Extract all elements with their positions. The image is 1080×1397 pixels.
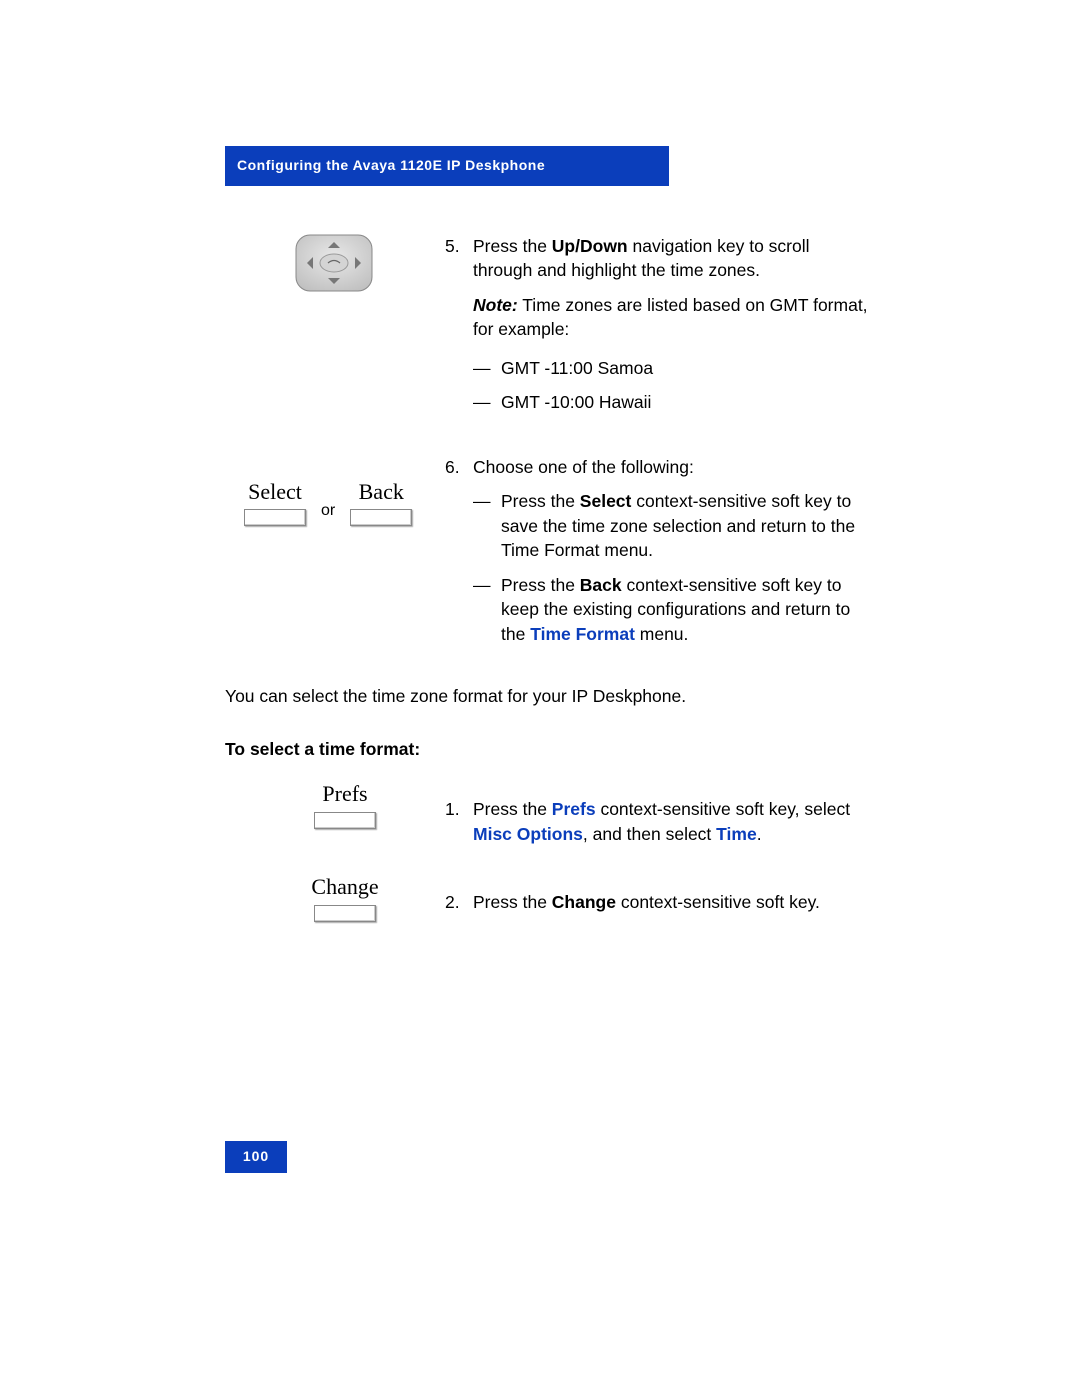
text: , and then select — [583, 824, 716, 844]
softkey-box-icon — [314, 812, 376, 829]
change-label: Change — [552, 892, 616, 912]
text: context-sensitive soft key. — [616, 892, 820, 912]
page-header: Configuring the Avaya 1120E IP Deskphone — [225, 146, 669, 186]
select-label: Select — [580, 491, 632, 511]
softkey-label: Prefs — [295, 779, 395, 810]
softkey-box-icon — [350, 509, 412, 526]
step-6-row: Select or Back 6. Choose one of the foll… — [225, 455, 870, 657]
paragraph: You can select the time zone format for … — [225, 684, 870, 709]
text: Press the — [473, 799, 552, 819]
note-text: Time zones are listed based on GMT forma… — [473, 295, 868, 340]
gmt-text: GMT -11:00 Samoa — [501, 356, 870, 381]
softkey-label: Back — [359, 477, 404, 508]
step-text: Choose one of the following: — Press the… — [473, 455, 870, 647]
select-back-keys: Select or Back — [235, 477, 435, 527]
prefs-label: Prefs — [552, 799, 596, 819]
or-text: or — [321, 500, 335, 522]
time-label: Time — [716, 824, 757, 844]
step-1: 1. Press the Prefs context-sensitive sof… — [445, 797, 870, 846]
text: Press the — [501, 491, 580, 511]
step-2-row: Change 2. Press the Change context-sensi… — [225, 872, 870, 925]
text: Press the — [473, 892, 552, 912]
softkey-label: Change — [295, 872, 395, 903]
step-2: 2. Press the Change context-sensitive so… — [445, 890, 870, 915]
step-text: Press the Up/Down navigation key to scro… — [473, 234, 870, 415]
misc-options-label: Misc Options — [473, 824, 583, 844]
back-softkey: Back — [341, 477, 421, 527]
step-num: 1. — [445, 797, 473, 846]
dash: — — [473, 489, 501, 563]
gmt-item: — GMT -11:00 Samoa — [473, 356, 870, 381]
step-num: 2. — [445, 890, 473, 915]
gmt-text: GMT -10:00 Hawaii — [501, 390, 870, 415]
step-5: 5. Press the Up/Down navigation key to s… — [445, 234, 870, 415]
step-num: 6. — [445, 455, 473, 647]
time-format-link: Time Format — [530, 624, 635, 644]
softkey-box-icon — [244, 509, 306, 526]
gmt-item: — GMT -10:00 Hawaii — [473, 390, 870, 415]
prefs-softkey: Prefs — [295, 779, 395, 829]
text: Press the — [473, 236, 552, 256]
dash: — — [473, 356, 501, 381]
text: menu. — [635, 624, 689, 644]
dash: — — [473, 573, 501, 647]
step-5-row: 5. Press the Up/Down navigation key to s… — [225, 234, 870, 425]
navigation-key-icon — [295, 234, 435, 292]
softkey-label: Select — [248, 477, 302, 508]
section-heading: To select a time format: — [225, 737, 870, 762]
change-softkey: Change — [295, 872, 395, 922]
dash: — — [473, 390, 501, 415]
text: Choose one of the following: — [473, 457, 694, 477]
updown-label: Up/Down — [552, 236, 628, 256]
page-number: 100 — [225, 1141, 287, 1173]
select-softkey: Select — [235, 477, 315, 527]
back-label: Back — [580, 575, 622, 595]
note-label: Note: — [473, 295, 518, 315]
text: . — [757, 824, 762, 844]
step-6: 6. Choose one of the following: — Press … — [445, 455, 870, 647]
step-1-row: Prefs 1. Press the Prefs context-sensiti… — [225, 779, 870, 856]
softkey-box-icon — [314, 905, 376, 922]
text: Press the — [501, 575, 580, 595]
text: context-sensitive soft key, select — [596, 799, 851, 819]
step-num: 5. — [445, 234, 473, 415]
document-page: Configuring the Avaya 1120E IP Deskphone — [0, 0, 1080, 1397]
